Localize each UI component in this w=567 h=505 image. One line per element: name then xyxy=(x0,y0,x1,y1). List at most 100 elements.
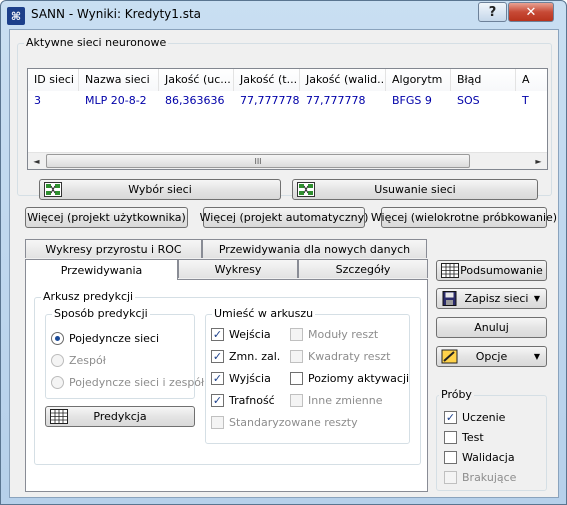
cell-algorithm: BFGS 9 xyxy=(392,94,432,107)
predictions-tab-panel: Arkusz predykcji Sposób predykcji Pojedy… xyxy=(25,279,428,492)
checkbox-empty-icon xyxy=(444,431,457,444)
cancel-button[interactable]: Anuluj xyxy=(436,317,547,338)
single-networks-label: Pojedyncze sieci xyxy=(69,332,160,345)
other-vars-checkbox[interactable]: Inne zmienne xyxy=(290,394,382,407)
prediction-sheet-group: Arkusz predykcji Sposób predykcji Pojedy… xyxy=(34,290,421,465)
validation-label: Walidacja xyxy=(462,451,515,464)
cell-validation-quality: 77,777778 xyxy=(306,94,366,107)
abs-residuals-checkbox[interactable]: Moduły reszt xyxy=(290,328,378,341)
samples-label: Próby xyxy=(439,388,474,401)
cell-test-quality: 77,777778 xyxy=(240,94,300,107)
radio-empty-icon xyxy=(51,376,64,389)
tab-predictions[interactable]: Przewidywania xyxy=(25,259,178,280)
checkmark-icon: ✓ xyxy=(211,394,224,407)
remove-network-label: Usuwanie sieci xyxy=(374,183,456,196)
column-header-test-quality[interactable]: Jakość (t... xyxy=(234,69,300,91)
more-user-design-button[interactable]: Więcej (projekt użytkownika) xyxy=(25,207,188,228)
missing-label: Brakujące xyxy=(462,471,517,484)
floppy-disk-icon xyxy=(442,291,457,306)
test-label: Test xyxy=(462,431,484,444)
predict-label: Predykcja xyxy=(93,410,147,423)
training-checkbox[interactable]: ✓ Uczenie xyxy=(444,411,505,424)
tab-details[interactable]: Szczegóły xyxy=(298,259,428,278)
scroll-right-arrow-icon[interactable]: ► xyxy=(530,154,547,169)
table-row[interactable]: 3 MLP 20-8-2 86,363636 77,777778 77,7777… xyxy=(28,91,547,109)
horizontal-scrollbar[interactable]: ◄ III ► xyxy=(28,152,547,169)
other-vars-label: Inne zmienne xyxy=(308,394,383,407)
activation-levels-checkbox[interactable]: Poziomy aktywacji xyxy=(290,372,409,385)
test-checkbox[interactable]: Test xyxy=(444,431,484,444)
squared-residuals-checkbox[interactable]: Kwadraty reszt xyxy=(290,350,390,363)
help-button[interactable]: ? xyxy=(478,2,507,22)
column-header-activation[interactable]: A xyxy=(516,69,547,91)
dependent-vars-label: Zmn. zal. xyxy=(229,350,281,363)
close-button[interactable]: ✕ xyxy=(508,2,554,22)
radio-checked-icon xyxy=(51,332,64,345)
column-header-id[interactable]: ID sieci xyxy=(28,69,79,91)
single-and-ensemble-label: Pojedyncze sieci i zespół xyxy=(69,376,205,389)
accuracy-label: Trafność xyxy=(229,394,275,407)
column-header-algorithm[interactable]: Algorytm xyxy=(386,69,451,91)
column-header-name[interactable]: Nazwa sieci xyxy=(79,69,159,91)
scroll-left-arrow-icon[interactable]: ◄ xyxy=(28,154,45,169)
tab-predictions-new-data[interactable]: Przewidywania dla nowych danych xyxy=(202,239,427,258)
inputs-label: Wejścia xyxy=(229,328,271,341)
squared-residuals-label: Kwadraty reszt xyxy=(308,350,391,363)
dropdown-arrow-icon: ▼ xyxy=(533,294,540,303)
cell-activation: T xyxy=(522,94,529,107)
checkmark-icon: ✓ xyxy=(211,350,224,363)
options-icon xyxy=(441,349,458,364)
scroll-thumb[interactable]: III xyxy=(46,154,470,168)
place-in-sheet-group: Umieść w arkuszu ✓ Wejścia ✓ Zmn. zal. ✓… xyxy=(205,307,410,444)
save-networks-button[interactable]: Zapisz sieci ▼ xyxy=(436,288,547,309)
select-network-label: Wybór sieci xyxy=(128,183,192,196)
options-button[interactable]: Opcje ▼ xyxy=(436,346,547,367)
prediction-method-label: Sposób predykcji xyxy=(52,307,150,320)
training-label: Uczenie xyxy=(462,411,506,424)
accuracy-checkbox[interactable]: ✓ Trafność xyxy=(211,394,275,407)
prediction-method-group: Sposób predykcji Pojedyncze sieci Zespół… xyxy=(45,307,204,399)
outputs-label: Wyjścia xyxy=(229,372,271,385)
standardized-residuals-checkbox[interactable]: Standaryzowane reszty xyxy=(211,416,358,429)
samples-group: Próby ✓ Uczenie Test Walidacja Brakujące xyxy=(436,388,547,491)
tab-gains-roc[interactable]: Wykresy przyrostu i ROC xyxy=(25,239,202,258)
checkmark-icon: ✓ xyxy=(211,328,224,341)
cell-error: SOS xyxy=(457,94,480,107)
title-bar[interactable]: ⌘ SANN - Wyniki: Kredyty1.sta ? ✕ xyxy=(1,1,566,29)
active-networks-group: Aktywne sieci neuronowe ID sieci Nazwa s… xyxy=(17,36,552,200)
standardized-residuals-label: Standaryzowane reszty xyxy=(229,416,358,429)
ensemble-radio[interactable]: Zespół xyxy=(51,354,106,367)
column-header-train-quality[interactable]: Jakość (uc... xyxy=(159,69,234,91)
more-subsampling-button[interactable]: Więcej (wielokrotne próbkowanie) xyxy=(371,207,557,228)
save-networks-label: Zapisz sieci xyxy=(464,292,529,305)
single-networks-radio[interactable]: Pojedyncze sieci xyxy=(51,332,159,345)
outputs-checkbox[interactable]: ✓ Wyjścia xyxy=(211,372,271,385)
network-remove-icon xyxy=(297,182,315,197)
checkbox-empty-icon xyxy=(290,350,303,363)
single-and-ensemble-radio[interactable]: Pojedyncze sieci i zespół xyxy=(51,376,204,389)
place-in-sheet-label: Umieść w arkuszu xyxy=(212,307,316,320)
column-header-validation-quality[interactable]: Jakość (walid... xyxy=(300,69,386,91)
network-select-icon xyxy=(44,182,62,197)
cell-train-quality: 86,363636 xyxy=(165,94,225,107)
missing-checkbox[interactable]: Brakujące xyxy=(444,471,516,484)
predict-button[interactable]: Predykcja xyxy=(45,406,195,427)
prediction-sheet-label: Arkusz predykcji xyxy=(41,290,136,303)
ensemble-label: Zespół xyxy=(69,354,106,367)
select-network-button[interactable]: Wybór sieci xyxy=(39,179,281,200)
spreadsheet-icon xyxy=(50,409,68,424)
radio-empty-icon xyxy=(51,354,64,367)
networks-list[interactable]: ID sieci Nazwa sieci Jakość (uc... Jakoś… xyxy=(27,68,548,170)
column-header-error[interactable]: Błąd xyxy=(451,69,516,91)
options-label: Opcje xyxy=(475,350,508,363)
tab-plots[interactable]: Wykresy xyxy=(178,259,298,278)
summary-button[interactable]: Podsumowanie xyxy=(436,260,547,281)
more-auto-design-button[interactable]: Więcej (projekt automatyczny) xyxy=(200,207,368,228)
validation-checkbox[interactable]: Walidacja xyxy=(444,451,515,464)
remove-network-button[interactable]: Usuwanie sieci xyxy=(292,179,538,200)
inputs-checkbox[interactable]: ✓ Wejścia xyxy=(211,328,271,341)
abs-residuals-label: Moduły reszt xyxy=(308,328,379,341)
networks-list-header: ID sieci Nazwa sieci Jakość (uc... Jakoś… xyxy=(28,69,547,91)
dependent-vars-checkbox[interactable]: ✓ Zmn. zal. xyxy=(211,350,280,363)
cell-name: MLP 20-8-2 xyxy=(85,94,147,107)
